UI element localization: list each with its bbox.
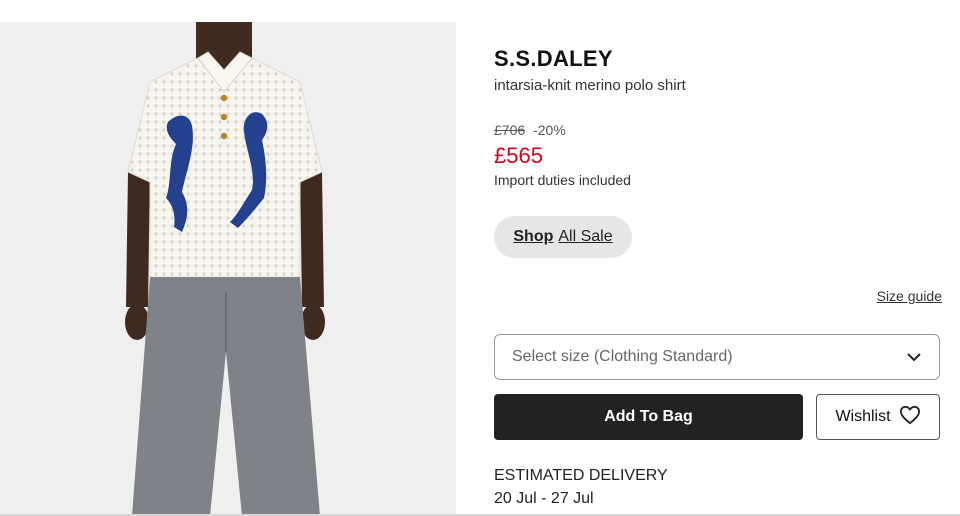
duties-note: Import duties included xyxy=(494,172,631,188)
product-title: intarsia-knit merino polo shirt xyxy=(494,77,686,94)
wishlist-label: Wishlist xyxy=(835,408,891,425)
model-illustration xyxy=(0,22,456,516)
size-guide-link[interactable]: Size guide xyxy=(877,288,942,304)
wishlist-button[interactable]: Wishlist xyxy=(816,394,940,440)
brand-name[interactable]: S.S.DALEY xyxy=(494,46,613,72)
product-image[interactable] xyxy=(0,22,456,516)
delivery-title: ESTIMATED DELIVERY xyxy=(494,467,668,484)
shop-link-light: All Sale xyxy=(558,228,613,245)
sale-price: £565 xyxy=(494,143,543,168)
original-price: £706 xyxy=(494,122,526,138)
size-select-placeholder: Select size (Clothing Standard) xyxy=(512,348,733,365)
price-row: £706 -20% xyxy=(494,122,566,138)
shop-all-sale-button[interactable]: Shop All Sale xyxy=(494,216,632,258)
heart-icon xyxy=(899,405,921,430)
size-select[interactable]: Select size (Clothing Standard) xyxy=(494,334,940,380)
discount-badge: -20% xyxy=(533,122,566,138)
add-to-bag-button[interactable]: Add To Bag xyxy=(494,394,803,440)
chevron-down-icon xyxy=(907,350,921,364)
product-info-panel: S.S.DALEY intarsia-knit merino polo shir… xyxy=(494,0,942,516)
shop-link-strong: Shop xyxy=(513,228,554,245)
delivery-dates: 20 Jul - 27 Jul xyxy=(494,490,594,507)
